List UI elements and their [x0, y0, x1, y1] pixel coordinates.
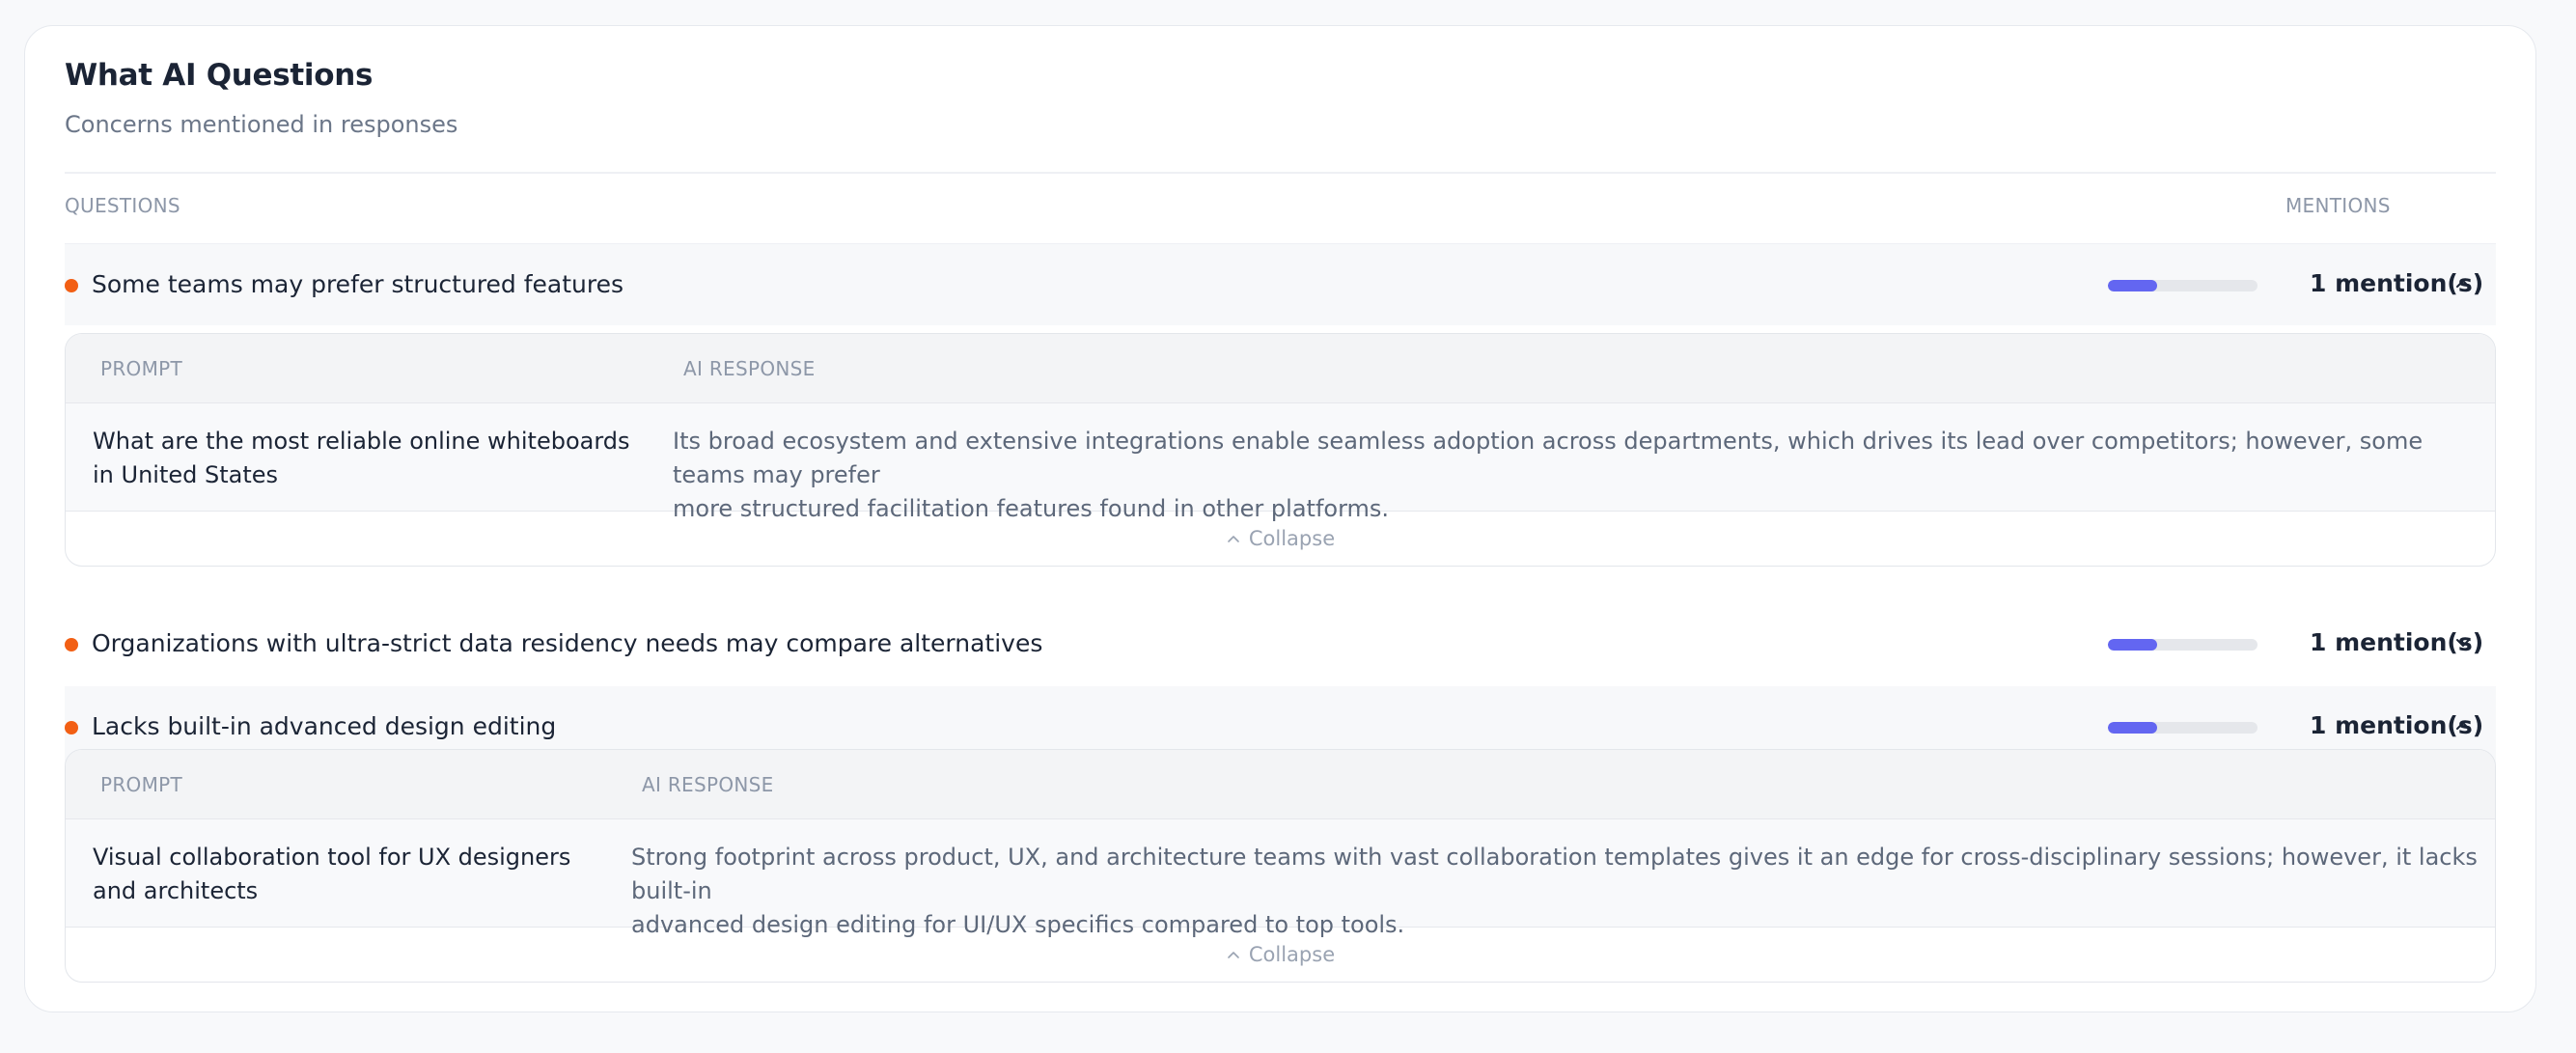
card-subtitle: Concerns mentioned in responses [65, 111, 458, 138]
chevron-up-icon[interactable] [2452, 715, 2474, 736]
response-line: Strong footprint across product, UX, and… [631, 844, 2478, 904]
question-row[interactable]: Some teams may prefer structured feature… [65, 244, 2496, 325]
column-header-mentions: MENTIONS [2285, 194, 2391, 217]
chevron-up-icon [1228, 951, 1239, 958]
response-line: Its broad ecosystem and extensive integr… [673, 428, 2424, 488]
prompt-line: Visual collaboration tool for UX designe… [93, 844, 571, 871]
prompt-column-header: PROMPT [100, 773, 183, 796]
detail-header: PROMPT AI RESPONSE [66, 750, 2495, 819]
mention-bar [2108, 639, 2257, 651]
collapse-label: Collapse [1248, 527, 1336, 550]
detail-row: Visual collaboration tool for UX designe… [66, 819, 2495, 938]
mention-bar [2108, 280, 2257, 291]
response-detail-panel: PROMPT AI RESPONSE Visual collaboration … [65, 749, 2496, 983]
response-column-header: AI RESPONSE [683, 357, 816, 380]
status-dot [65, 721, 78, 734]
collapse-button[interactable]: Collapse [66, 512, 2495, 566]
status-dot [65, 638, 78, 651]
card-title: What AI Questions [65, 58, 374, 93]
mention-bar [2108, 722, 2257, 734]
mention-bar-fill [2108, 280, 2158, 291]
detail-header: PROMPT AI RESPONSE [66, 334, 2495, 403]
header-divider [65, 172, 2496, 174]
status-dot [65, 279, 78, 292]
response-detail-panel: PROMPT AI RESPONSE What are the most rel… [65, 333, 2496, 567]
prompt-column-header: PROMPT [100, 357, 183, 380]
prompt-text: What are the most reliable online whiteb… [93, 425, 630, 492]
question-label: Lacks built-in advanced design editing [92, 712, 557, 740]
response-column-header: AI RESPONSE [642, 773, 774, 796]
questions-card: What AI Questions Concerns mentioned in … [24, 25, 2536, 1012]
detail-row: What are the most reliable online whiteb… [66, 403, 2495, 522]
prompt-line: in United States [93, 461, 279, 488]
question-row[interactable]: Organizations with ultra-strict data res… [65, 603, 2496, 684]
question-label: Organizations with ultra-strict data res… [92, 629, 1043, 657]
mention-bar-fill [2108, 639, 2158, 651]
chevron-down-icon[interactable] [2452, 632, 2474, 653]
collapse-button[interactable]: Collapse [66, 928, 2495, 982]
prompt-text: Visual collaboration tool for UX designe… [93, 841, 570, 908]
mention-bar-fill [2108, 722, 2158, 734]
collapse-label: Collapse [1248, 943, 1336, 966]
chevron-up-icon[interactable] [2452, 273, 2474, 294]
prompt-line: What are the most reliable online whiteb… [93, 428, 630, 455]
chevron-up-icon [1228, 535, 1239, 542]
prompt-line: and architects [93, 877, 259, 904]
question-label: Some teams may prefer structured feature… [92, 270, 624, 298]
column-header-questions: QUESTIONS [65, 194, 180, 217]
